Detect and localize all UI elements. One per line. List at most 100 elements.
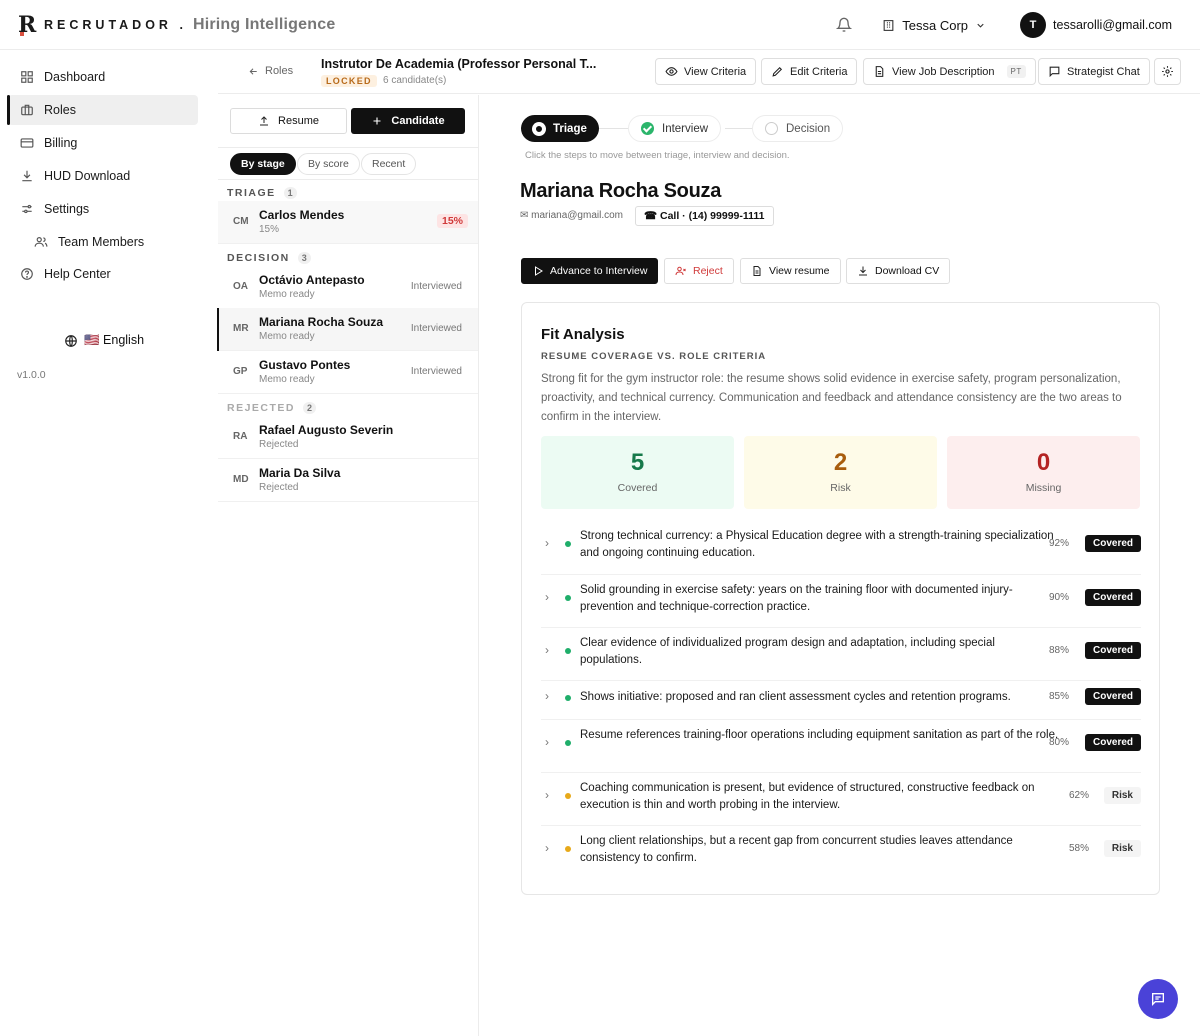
candidate-sub: Rejected bbox=[259, 439, 299, 450]
sidebar-item-roles[interactable]: Roles bbox=[7, 95, 198, 125]
sidebar-item-hud-download[interactable]: HUD Download bbox=[8, 161, 198, 191]
stat-value: 5 bbox=[630, 449, 645, 476]
status-badge: Risk bbox=[1103, 787, 1141, 804]
candidate-row[interactable]: CM Carlos Mendes 15% 15% bbox=[218, 201, 478, 244]
status-badge: Covered bbox=[1084, 535, 1141, 552]
sliders-icon bbox=[22, 204, 32, 214]
brand-name: RECRUTADOR . bbox=[44, 17, 187, 32]
sidebar-item-label: Team Members bbox=[58, 235, 145, 249]
candidate-initials: GP bbox=[233, 366, 248, 377]
criterion-text: Resume references training-floor operati… bbox=[580, 729, 1059, 741]
edit-criteria-button[interactable]: Edit Criteria bbox=[761, 58, 858, 85]
criterion-pct: 88% bbox=[1049, 645, 1070, 656]
candidate-row[interactable]: OA Octávio Antepasto Memo ready Intervie… bbox=[218, 266, 478, 309]
status-badge: Risk bbox=[1103, 840, 1141, 857]
sidebar-item-label: Billing bbox=[44, 136, 78, 150]
criterion-row[interactable]: › Clear evidence of individualized progr… bbox=[541, 628, 1141, 681]
stat-label: Missing bbox=[1025, 482, 1062, 494]
language-selector[interactable]: 🇺🇸 English bbox=[64, 333, 144, 348]
criterion-text: Strong technical currency: a Physical Ed… bbox=[580, 530, 1054, 559]
sidebar-item-team-members[interactable]: Team Members bbox=[8, 227, 198, 257]
candidate-email[interactable]: ✉ mariana@gmail.com bbox=[520, 210, 623, 221]
chevron-right-icon[interactable]: › bbox=[545, 643, 549, 657]
pencil-icon bbox=[772, 66, 783, 77]
gear-icon bbox=[1162, 66, 1173, 77]
briefcase-icon bbox=[21, 104, 33, 116]
reject-button[interactable]: Reject bbox=[664, 258, 734, 284]
upload-resume-button[interactable]: Resume bbox=[230, 108, 347, 134]
chevron-right-icon[interactable]: › bbox=[545, 735, 549, 749]
candidate-status: Interviewed bbox=[410, 323, 462, 334]
download-icon bbox=[22, 170, 32, 182]
strategist-chat-button[interactable]: Strategist Chat bbox=[1038, 58, 1150, 85]
status-dot bbox=[565, 541, 571, 547]
candidate-status: Interviewed bbox=[410, 281, 462, 292]
view-job-description-button[interactable]: View Job Description PT bbox=[863, 58, 1036, 85]
locked-badge: LOCKED bbox=[321, 75, 377, 87]
chevron-right-icon[interactable]: › bbox=[545, 841, 549, 855]
sidebar-item-dashboard[interactable]: Dashboard bbox=[8, 62, 198, 92]
candidate-row[interactable]: MD Maria Da Silva Rejected bbox=[218, 459, 478, 502]
document-icon bbox=[875, 66, 884, 77]
step-triage[interactable]: Triage bbox=[521, 115, 599, 142]
chevron-right-icon[interactable]: › bbox=[545, 689, 549, 703]
criterion-row[interactable]: › Solid grounding in exercise safety: ye… bbox=[541, 575, 1141, 628]
call-button[interactable]: ☎ Call · (14) 99999-1111 bbox=[635, 206, 774, 226]
criterion-row[interactable]: › Strong technical currency: a Physical … bbox=[541, 522, 1141, 575]
sidebar-item-help-center[interactable]: Help Center bbox=[8, 259, 198, 289]
criterion-row[interactable]: › Resume references training-floor opera… bbox=[541, 720, 1141, 773]
brand[interactable]: R RECRUTADOR . Hiring Intelligence bbox=[18, 12, 335, 38]
sort-by-stage[interactable]: By stage bbox=[230, 153, 296, 175]
download-cv-button[interactable]: Download CV bbox=[846, 258, 951, 284]
criterion-text: Solid grounding in exercise safety: year… bbox=[580, 584, 1013, 613]
role-settings-button[interactable] bbox=[1154, 58, 1181, 85]
status-dot bbox=[565, 695, 571, 701]
sidebar: Dashboard Roles Billing HUD Download Set… bbox=[0, 50, 206, 1036]
sort-by-score[interactable]: By score bbox=[297, 153, 360, 175]
candidate-row[interactable]: GP Gustavo Pontes Memo ready Interviewed bbox=[218, 351, 478, 394]
user-email[interactable]: tessarolli@gmail.com bbox=[1053, 18, 1172, 32]
candidate-sub: Rejected bbox=[259, 482, 299, 493]
company-switcher[interactable]: Tessa Corp bbox=[882, 18, 986, 33]
chevron-right-icon[interactable]: › bbox=[545, 536, 549, 550]
candidate-row-selected[interactable]: MR Mariana Rocha Souza Memo ready Interv… bbox=[217, 308, 478, 351]
candidate-sub: 15% bbox=[259, 224, 280, 235]
candidate-initials: MD bbox=[233, 474, 249, 485]
view-criteria-button[interactable]: View Criteria bbox=[655, 58, 757, 85]
view-resume-button[interactable]: View resume bbox=[740, 258, 841, 284]
stat-missing: 0 Missing bbox=[947, 436, 1140, 509]
step-decision[interactable]: Decision bbox=[752, 115, 844, 142]
advance-to-interview-button[interactable]: Advance to Interview bbox=[521, 258, 659, 284]
status-dot bbox=[565, 648, 571, 654]
criterion-row[interactable]: › Coaching communication is present, but… bbox=[541, 773, 1141, 826]
candidate-name: Mariana Rocha Souza bbox=[259, 315, 384, 329]
sidebar-item-billing[interactable]: Billing bbox=[8, 128, 198, 158]
company-name: Tessa Corp bbox=[902, 17, 969, 33]
candidate-count: 6 candidate(s) bbox=[383, 75, 447, 86]
eye-icon bbox=[665, 67, 678, 76]
avatar[interactable]: T bbox=[1020, 12, 1047, 38]
chevron-right-icon[interactable]: › bbox=[545, 590, 549, 604]
chat-fab-button[interactable] bbox=[1138, 979, 1178, 1019]
fit-analysis-card: Fit Analysis RESUME COVERAGE VS. ROLE CR… bbox=[521, 302, 1160, 895]
chevron-right-icon[interactable]: › bbox=[545, 788, 549, 802]
criterion-pct: 85% bbox=[1049, 691, 1070, 702]
candidate-row[interactable]: RA Rafael Augusto Severin Rejected bbox=[218, 416, 478, 459]
plus-icon bbox=[373, 117, 381, 125]
stat-covered: 5 Covered bbox=[541, 436, 734, 509]
back-to-roles-link[interactable]: Roles bbox=[248, 65, 293, 77]
brand-subtitle: Hiring Intelligence bbox=[192, 15, 336, 33]
status-badge: Covered bbox=[1084, 589, 1141, 606]
add-candidate-button[interactable]: Candidate bbox=[351, 108, 465, 134]
arrow-left-icon bbox=[249, 67, 257, 75]
step-interview[interactable]: Interview bbox=[628, 115, 722, 142]
empty-circle-icon bbox=[765, 122, 778, 135]
criterion-row[interactable]: › Shows initiative: proposed and ran cli… bbox=[541, 681, 1141, 720]
sort-recent[interactable]: Recent bbox=[361, 153, 417, 175]
sidebar-item-settings[interactable]: Settings bbox=[8, 194, 198, 224]
bell-icon[interactable] bbox=[836, 17, 853, 33]
criterion-pct: 62% bbox=[1069, 790, 1090, 801]
criterion-row[interactable]: › Long client relationships, but a recen… bbox=[541, 826, 1141, 879]
candidate-initials: MR bbox=[233, 323, 249, 334]
step-active-icon bbox=[533, 122, 545, 135]
